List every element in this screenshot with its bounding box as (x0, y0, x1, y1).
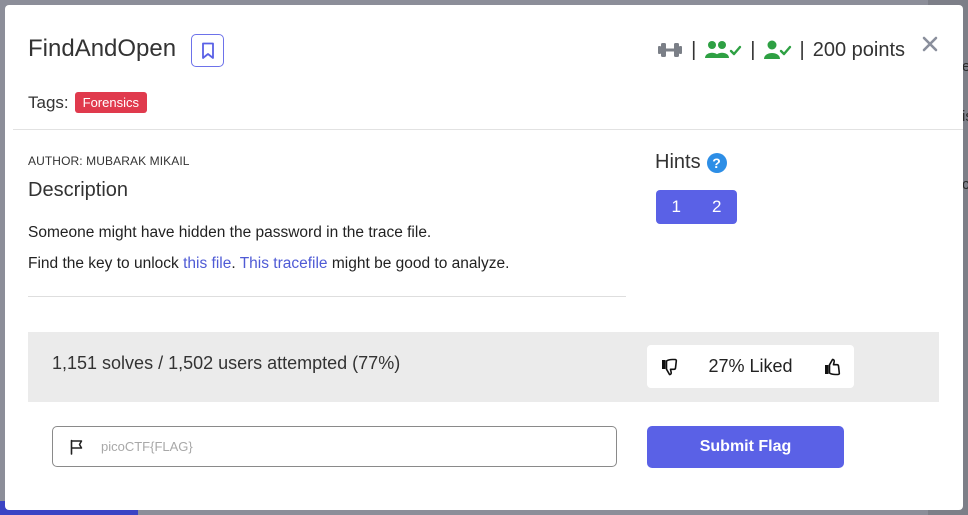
description-text: Find the key to unlock this file. This t… (28, 255, 509, 273)
thumbs-down-icon[interactable] (659, 357, 679, 377)
thumbs-up-icon[interactable] (822, 357, 842, 377)
bookmark-button[interactable] (191, 34, 224, 67)
bookmark-icon (201, 42, 214, 59)
challenge-title: FindAndOpen (28, 35, 177, 62)
help-icon[interactable]: ? (706, 152, 727, 173)
hint-buttons: 1 2 (656, 190, 737, 224)
hint-button-2[interactable]: 2 (697, 190, 738, 224)
description-text-fragment: might be good to analyze. (327, 255, 510, 272)
solves-text: 1,151 solves / 1,502 users attempted (77… (52, 353, 401, 373)
submit-flag-button[interactable]: Submit Flag (647, 426, 844, 468)
points-label: 200 points (812, 38, 905, 61)
flag-icon (70, 439, 83, 455)
tracefile-link[interactable]: This tracefile (240, 255, 328, 272)
close-icon (922, 36, 938, 52)
description-text: Someone might have hidden the password i… (28, 224, 432, 241)
hints-heading: Hints ? (655, 151, 727, 174)
tags-label: Tags: (28, 92, 69, 112)
flag-input[interactable] (101, 439, 581, 454)
divider (13, 129, 963, 130)
user-check-icon (763, 40, 791, 59)
dumbbell-icon (658, 43, 683, 57)
hints-title: Hints (655, 151, 701, 173)
separator: | (750, 38, 756, 61)
likes-text: 27% Liked (708, 356, 793, 376)
hint-button-1[interactable]: 1 (656, 190, 697, 224)
description-text-fragment: . (231, 255, 240, 272)
separator: | (799, 38, 805, 61)
solves-bar: 1,151 solves / 1,502 users attempted (77… (28, 332, 939, 402)
flag-input-wrapper[interactable] (52, 426, 617, 467)
users-check-icon (705, 41, 742, 58)
description-heading: Description (28, 179, 129, 201)
this-file-link[interactable]: this file (183, 255, 231, 272)
likes-box: 27% Liked (647, 345, 854, 388)
challenge-modal: FindAndOpen | | | 200 points Tags: Foren… (5, 5, 963, 510)
separator: | (691, 38, 697, 61)
description-text-fragment: Find the key to unlock (28, 255, 184, 272)
tags-row: Tags: Forensics (28, 92, 147, 113)
divider (28, 296, 626, 297)
challenge-stats: | | | 200 points (657, 35, 905, 65)
tag-forensics[interactable]: Forensics (74, 92, 147, 113)
author-label: AUTHOR: MUBARAK MIKAIL (28, 154, 190, 168)
close-button[interactable] (919, 33, 941, 55)
